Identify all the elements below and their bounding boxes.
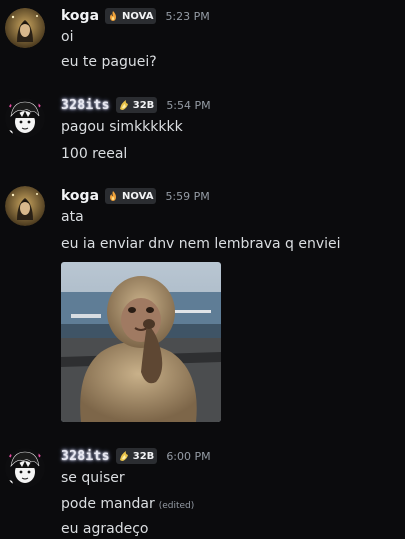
- koga-avatar-icon: [5, 186, 45, 226]
- chat-message-list: koga NOVA 5:23 PM oi eu te paguei? 328it…: [0, 0, 405, 539]
- message-text: 100 reeal: [61, 146, 128, 162]
- message-text: eu ia enviar dnv nem lembrava q enviei: [61, 236, 341, 252]
- guild-tag-badge[interactable]: NOVA: [105, 8, 157, 24]
- message-header: 328its 32B 6:00 PM: [61, 446, 211, 466]
- message-text: eu agradeço: [61, 521, 149, 537]
- timestamp[interactable]: 6:00 PM: [166, 450, 210, 463]
- message-header: koga NOVA 5:23 PM: [61, 6, 210, 26]
- message-text: se quiser: [61, 470, 125, 486]
- flame-gold-icon: [119, 100, 128, 110]
- edited-label: (edited): [158, 501, 195, 511]
- badge-label: NOVA: [122, 190, 154, 202]
- username[interactable]: koga: [61, 8, 99, 24]
- username[interactable]: 328its: [61, 98, 110, 113]
- koga-avatar-icon: [5, 8, 45, 48]
- anime-avatar-icon: [5, 448, 45, 488]
- fire-icon: [110, 191, 117, 201]
- message-text: pode mandar: [61, 496, 155, 512]
- message-text-edited: pode mandar (edited): [61, 494, 194, 514]
- timestamp[interactable]: 5:59 PM: [165, 190, 209, 203]
- timestamp[interactable]: 5:54 PM: [166, 99, 210, 112]
- message-header: koga NOVA 5:59 PM: [61, 186, 210, 206]
- guild-tag-badge[interactable]: NOVA: [105, 188, 157, 204]
- flame-gold-icon: [119, 451, 128, 461]
- message-text: ata: [61, 209, 84, 225]
- anime-avatar-icon: [5, 98, 45, 138]
- image-attachment[interactable]: [61, 262, 221, 422]
- badge-label: 32B: [132, 450, 155, 462]
- monkey-thinking-image: [61, 262, 221, 422]
- username[interactable]: koga: [61, 188, 99, 204]
- timestamp[interactable]: 5:23 PM: [165, 10, 209, 23]
- badge-label: 32B: [132, 99, 155, 111]
- guild-tag-badge[interactable]: 32B: [115, 97, 158, 113]
- avatar-328its[interactable]: [5, 448, 45, 488]
- avatar-328its[interactable]: [5, 98, 45, 138]
- avatar-koga[interactable]: [5, 186, 45, 226]
- message-text: pagou simkkkkkk: [61, 119, 183, 135]
- avatar-koga[interactable]: [5, 8, 45, 48]
- message-header: 328its 32B 5:54 PM: [61, 95, 211, 115]
- message-text: eu te paguei?: [61, 54, 157, 70]
- guild-tag-badge[interactable]: 32B: [115, 448, 158, 464]
- message-text: oi: [61, 29, 74, 45]
- fire-icon: [110, 11, 117, 21]
- badge-label: NOVA: [122, 10, 154, 22]
- username[interactable]: 328its: [61, 449, 110, 464]
